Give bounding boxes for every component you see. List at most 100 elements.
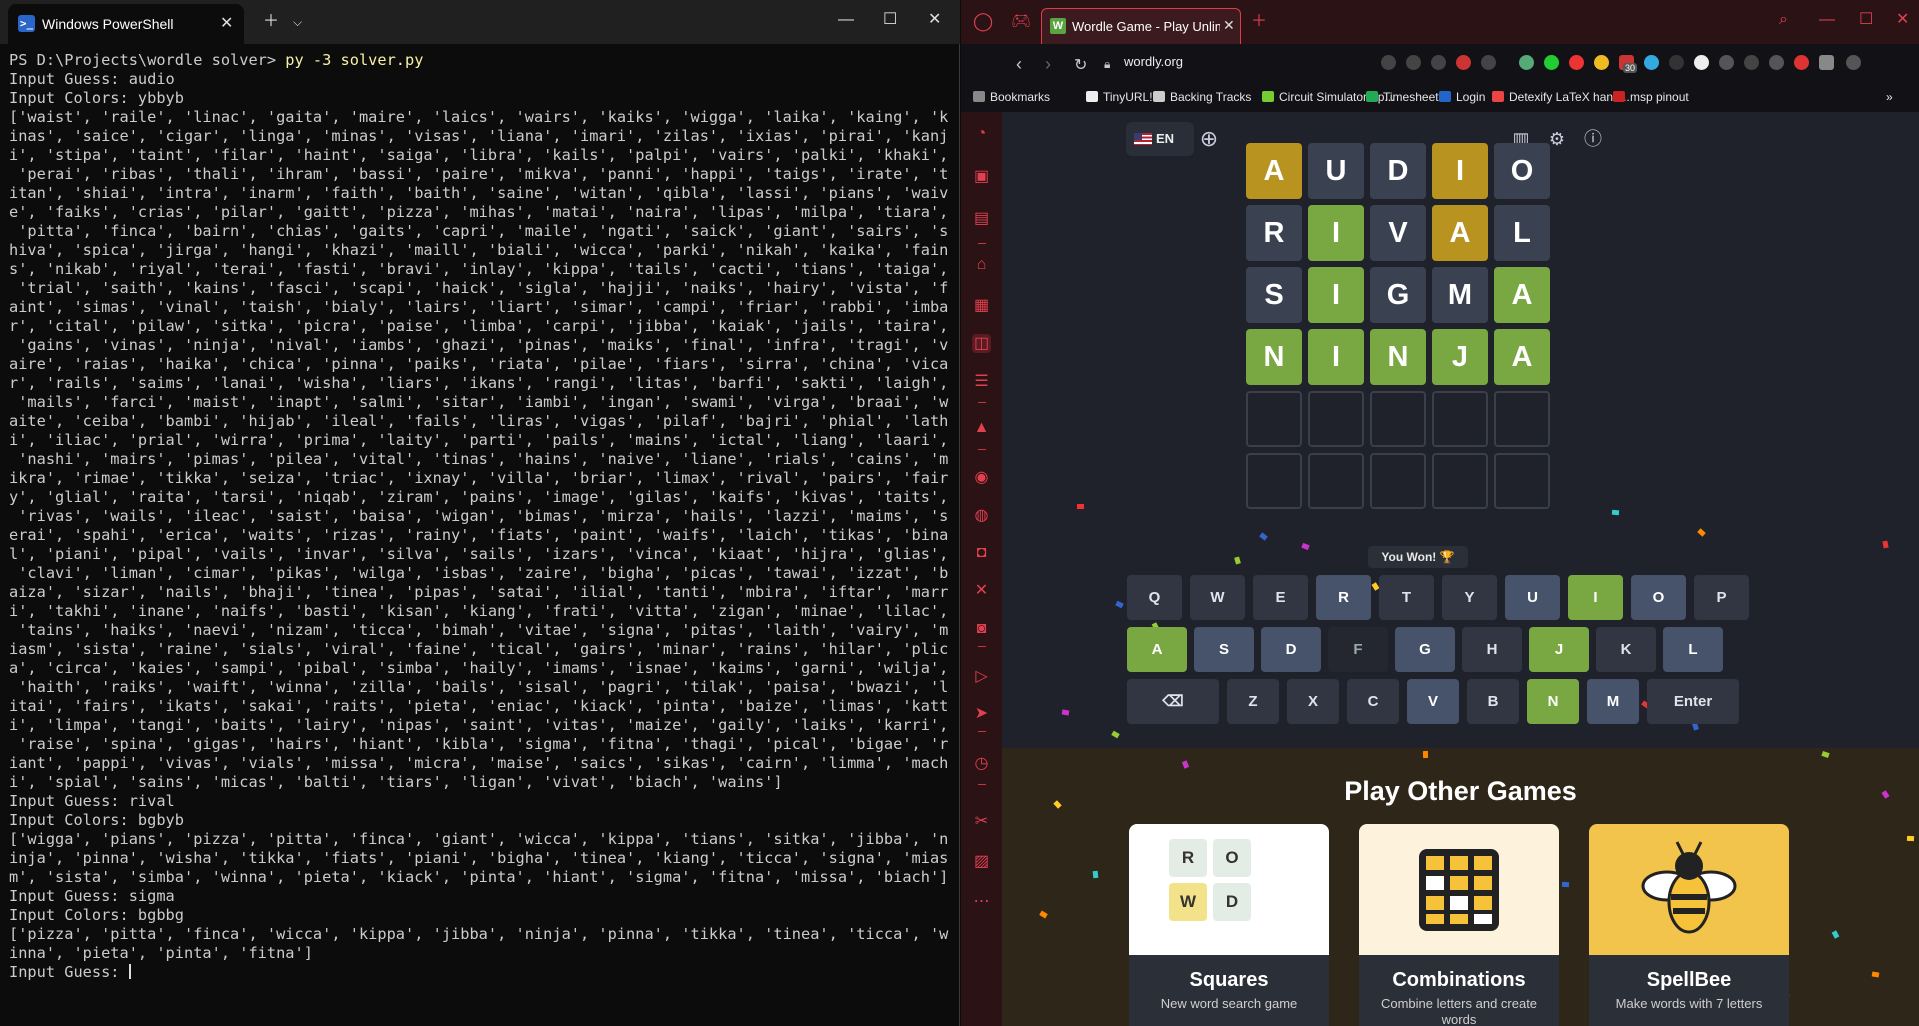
enter-key[interactable]: Enter <box>1647 679 1739 724</box>
bookmark-item[interactable]: TinyURL! <box>1086 90 1153 104</box>
messenger-icon[interactable]: ◉ <box>972 468 991 487</box>
clock-icon[interactable]: ◷ <box>972 754 991 773</box>
key-s[interactable]: S <box>1194 627 1254 672</box>
game-card-squares[interactable]: R O W D Squares New word search game <box>1129 824 1329 1026</box>
add-circle-icon[interactable]: ⊕ <box>1198 128 1220 150</box>
music-icon[interactable] <box>1644 55 1659 70</box>
maximize-icon[interactable]: ☐ <box>1859 12 1873 28</box>
key-a[interactable]: A <box>1127 627 1187 672</box>
gaming-icon[interactable]: ▤ <box>972 209 991 228</box>
speed-dial-icon[interactable]: ◔ <box>972 124 991 143</box>
key-o[interactable]: O <box>1631 575 1686 620</box>
whatsapp-icon[interactable]: ◍ <box>972 506 991 525</box>
send-icon[interactable] <box>1456 55 1471 70</box>
block-icon[interactable] <box>1431 55 1446 70</box>
bookmark-item[interactable]: msp pinout <box>1613 90 1689 104</box>
bookmark-item[interactable]: Login <box>1439 90 1485 104</box>
extension-green-icon[interactable] <box>1544 55 1559 70</box>
reload-icon[interactable]: ↻ <box>1074 55 1087 75</box>
key-y[interactable]: Y <box>1442 575 1497 620</box>
browser-tab-wordle[interactable]: W Wordle Game - Play Unlimited ✕ <box>1041 8 1241 44</box>
home-icon[interactable]: ⌂ <box>972 255 991 274</box>
key-e[interactable]: E <box>1253 575 1308 620</box>
download-icon[interactable] <box>1794 55 1809 70</box>
bookmark-item[interactable]: Backing Tracks <box>1153 90 1251 104</box>
input-line[interactable]: Input Guess: <box>9 963 954 982</box>
key-t[interactable]: T <box>1379 575 1434 620</box>
instagram-icon[interactable]: ◘ <box>972 543 991 562</box>
close-window-icon[interactable]: ✕ <box>928 12 941 28</box>
key-b[interactable]: B <box>1467 679 1519 724</box>
heart-icon[interactable] <box>1481 55 1496 70</box>
x-icon[interactable]: ✕ <box>972 581 991 600</box>
close-tab-icon[interactable]: ✕ <box>1223 17 1235 34</box>
camera-icon[interactable] <box>1406 55 1421 70</box>
game-card-combinations[interactable]: Combinations Combine letters and create … <box>1359 824 1559 1026</box>
bookmark-item[interactable]: Detexify LaTeX hand... <box>1492 90 1630 104</box>
key-q[interactable]: Q <box>1127 575 1182 620</box>
key-p[interactable]: P <box>1694 575 1749 620</box>
extension-s-icon[interactable] <box>1694 55 1709 70</box>
key-j[interactable]: J <box>1529 627 1589 672</box>
extension-puzzle-icon[interactable] <box>1719 55 1734 70</box>
key-d[interactable]: D <box>1261 627 1321 672</box>
maximize-icon[interactable]: ☐ <box>883 12 897 28</box>
extension-glasses-icon[interactable] <box>1519 55 1534 70</box>
help-icon[interactable]: ⓘ <box>1582 128 1604 150</box>
new-tab-icon[interactable]: ＋ <box>1251 14 1267 30</box>
key-z[interactable]: Z <box>1227 679 1279 724</box>
console-output[interactable]: PS D:\Projects\wordle solver> py -3 solv… <box>9 51 954 982</box>
url-field[interactable]: wordly.org <box>1124 54 1183 69</box>
extension-badge-icon[interactable]: 30 <box>1619 55 1638 73</box>
bookmark-item[interactable]: Bookmarks <box>973 90 1050 104</box>
battery-icon[interactable] <box>1819 55 1834 70</box>
back-icon[interactable]: ‹ <box>1016 54 1022 75</box>
chevron-down-icon[interactable]: ⌵ <box>293 14 302 30</box>
key-c[interactable]: C <box>1347 679 1399 724</box>
notes-icon[interactable]: ▦ <box>972 296 991 315</box>
key-l[interactable]: L <box>1663 627 1723 672</box>
key-r[interactable]: R <box>1316 575 1371 620</box>
minimize-icon[interactable]: — <box>1819 12 1835 28</box>
language-button[interactable]: EN <box>1126 122 1194 156</box>
minimize-icon[interactable]: — <box>838 12 854 28</box>
close-tab-icon[interactable]: ✕ <box>220 13 233 33</box>
bookmarks-overflow-icon[interactable]: » <box>1886 90 1893 104</box>
key-n[interactable]: N <box>1527 679 1579 724</box>
game-card-spellbee[interactable]: SpellBee Make words with 7 letters <box>1589 824 1789 1026</box>
player-icon[interactable]: ▷ <box>972 667 991 686</box>
new-tab-icon[interactable]: ＋ <box>263 14 279 30</box>
powershell-tab[interactable]: >_ Windows PowerShell ✕ <box>8 4 244 44</box>
screenshot-icon[interactable]: ✂ <box>972 812 991 831</box>
profile-icon[interactable] <box>1769 55 1784 70</box>
extension-tp-icon[interactable] <box>1569 55 1584 70</box>
reading-list-icon[interactable]: ◫ <box>972 334 991 353</box>
cube-icon[interactable] <box>1744 55 1759 70</box>
key-u[interactable]: U <box>1505 575 1560 620</box>
opera-logo-icon[interactable]: ◯ <box>973 12 993 30</box>
close-window-icon[interactable]: ✕ <box>1896 12 1909 28</box>
edit-icon[interactable] <box>1381 55 1396 70</box>
key-g[interactable]: G <box>1395 627 1455 672</box>
key-x[interactable]: X <box>1287 679 1339 724</box>
key-h[interactable]: H <box>1462 627 1522 672</box>
search-icon[interactable]: ⌕ <box>1779 12 1788 28</box>
send-icon[interactable]: ➤ <box>972 704 991 723</box>
discord-icon[interactable]: ◙ <box>972 619 991 638</box>
gallery-icon[interactable]: ▨ <box>972 852 991 871</box>
extension-yellow-icon[interactable] <box>1594 55 1609 70</box>
key-w[interactable]: W <box>1190 575 1245 620</box>
bookmark-item[interactable]: Timesheet <box>1366 90 1439 104</box>
key-i[interactable]: I <box>1568 575 1623 620</box>
forward-icon[interactable]: › <box>1045 54 1051 75</box>
app-a-icon[interactable]: ▲ <box>972 418 991 437</box>
bag-icon[interactable]: ▣ <box>972 167 991 186</box>
history-list-icon[interactable]: ☰ <box>972 372 991 391</box>
more-icon[interactable]: ⋯ <box>972 892 991 911</box>
key-v[interactable]: V <box>1407 679 1459 724</box>
gamepad-icon[interactable]: 🎮︎ <box>1011 14 1031 30</box>
key-m[interactable]: M <box>1587 679 1639 724</box>
key-k[interactable]: K <box>1596 627 1656 672</box>
extension-mk-icon[interactable] <box>1669 55 1684 70</box>
menu-icon[interactable] <box>1846 55 1861 70</box>
